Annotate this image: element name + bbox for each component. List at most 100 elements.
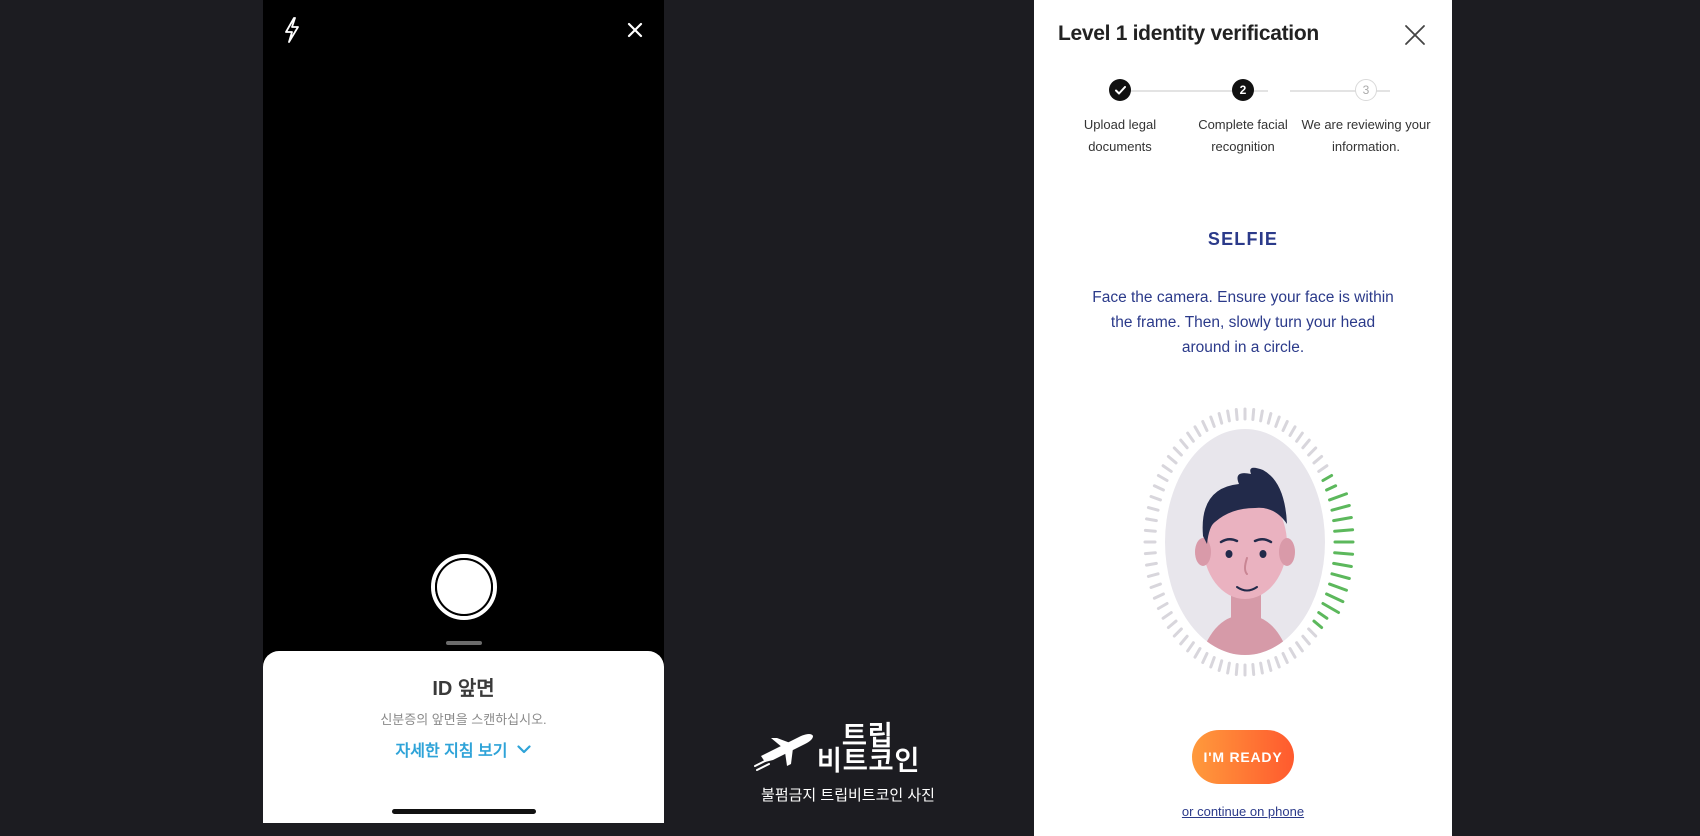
step-2-label: Complete facial recognition bbox=[1198, 117, 1288, 154]
watermark-logo: 트립 비트코인 bbox=[753, 723, 943, 776]
sheet-drag-handle[interactable] bbox=[446, 641, 482, 645]
ready-button[interactable]: I'M READY bbox=[1192, 730, 1294, 784]
face-scan-illustration bbox=[1143, 407, 1355, 677]
progress-tick bbox=[1259, 661, 1264, 675]
progress-tick bbox=[1295, 641, 1304, 653]
progress-tick-complete bbox=[1330, 572, 1351, 580]
progress-tick bbox=[1166, 619, 1178, 629]
progress-tick bbox=[1301, 634, 1311, 646]
watermark-caption: 불펌금지 트립비트코인 사진 bbox=[761, 787, 935, 804]
step-1-indicator bbox=[1109, 79, 1131, 101]
progress-tick bbox=[1259, 409, 1264, 423]
close-camera-button[interactable] bbox=[618, 13, 652, 47]
progress-tick bbox=[1274, 656, 1281, 669]
progress-tick bbox=[1209, 415, 1216, 428]
progress-tick bbox=[1217, 659, 1224, 672]
progress-tick bbox=[1234, 663, 1239, 676]
progress-tick bbox=[1186, 431, 1195, 443]
progress-tick-complete bbox=[1321, 602, 1341, 614]
progress-tick bbox=[1172, 627, 1183, 638]
progress-tick bbox=[1193, 425, 1202, 437]
progress-tick-complete bbox=[1330, 504, 1351, 512]
progress-tick bbox=[1156, 602, 1169, 610]
progress-tick bbox=[1295, 431, 1304, 443]
shutter-button[interactable] bbox=[431, 554, 497, 620]
flash-button[interactable] bbox=[275, 13, 309, 47]
progress-tick bbox=[1266, 412, 1273, 425]
face-illustration bbox=[1135, 404, 1355, 680]
progress-tick bbox=[1217, 412, 1224, 425]
progress-tick bbox=[1288, 425, 1297, 437]
progress-tick bbox=[1226, 409, 1231, 423]
progress-tick-complete bbox=[1333, 551, 1355, 556]
step-1-label: Upload legal documents bbox=[1083, 117, 1157, 154]
progress-tick bbox=[1317, 464, 1329, 473]
progress-tick bbox=[1201, 651, 1209, 665]
progress-tick-complete bbox=[1312, 619, 1324, 629]
progress-tick-complete bbox=[1328, 492, 1348, 502]
progress-tick bbox=[1307, 627, 1318, 638]
watermark: 트립 비트코인 불펌금지 트립비트코인 사진 bbox=[753, 723, 943, 805]
sheet-subtitle: 신분증의 앞면을 스캔하십시오. bbox=[380, 712, 547, 727]
camera-screen: ID 앞면 신분증의 앞면을 스캔하십시오. 자세한 지침 보기 bbox=[263, 0, 664, 823]
progress-tick-complete bbox=[1321, 474, 1334, 482]
progress-tick bbox=[1149, 582, 1162, 589]
progress-tick bbox=[1166, 455, 1178, 465]
lightning-bolt-icon bbox=[285, 17, 299, 43]
progress-tick bbox=[1266, 659, 1273, 672]
watermark-line2: 비트코인 bbox=[817, 746, 921, 776]
verification-panel: Level 1 identity verification 2 3 Upload… bbox=[1034, 0, 1452, 836]
progress-tick-complete bbox=[1325, 484, 1338, 492]
section-heading: SELFIE bbox=[1207, 229, 1279, 249]
step-3-indicator: 3 bbox=[1355, 79, 1377, 101]
progress-tick bbox=[1161, 464, 1173, 473]
progress-tick bbox=[1145, 561, 1158, 567]
progress-tick bbox=[1152, 592, 1165, 600]
progress-tick bbox=[1234, 408, 1239, 421]
progress-tick-complete bbox=[1328, 582, 1348, 592]
airplane-icon bbox=[754, 734, 813, 771]
progress-tick bbox=[1145, 517, 1158, 523]
progress-tick bbox=[1288, 647, 1297, 659]
close-icon bbox=[627, 22, 643, 38]
progress-tick-complete bbox=[1325, 592, 1345, 604]
progress-tick bbox=[1172, 446, 1183, 457]
progress-tick bbox=[1149, 495, 1162, 502]
progress-stepper: 2 3 Upload legal documents Complete faci… bbox=[1034, 79, 1452, 169]
progress-tick bbox=[1179, 634, 1189, 646]
continue-on-phone-link[interactable]: or continue on phone bbox=[1034, 804, 1452, 819]
watermark-text: 트립 비트코인 bbox=[817, 723, 921, 776]
progress-tick bbox=[1156, 474, 1169, 482]
close-panel-button[interactable] bbox=[1400, 20, 1430, 50]
page-title: Level 1 identity verification bbox=[1058, 22, 1319, 45]
guide-link-label: 자세한 지침 보기 bbox=[395, 743, 508, 760]
progress-tick bbox=[1146, 506, 1160, 512]
progress-tick bbox=[1152, 484, 1165, 492]
progress-tick bbox=[1193, 647, 1202, 659]
detailed-guide-link[interactable]: 자세한 지침 보기 bbox=[396, 737, 532, 761]
instruction-sheet: ID 앞면 신분증의 앞면을 스캔하십시오. 자세한 지침 보기 bbox=[263, 651, 664, 823]
avatar bbox=[1195, 467, 1295, 655]
progress-tick-complete bbox=[1333, 528, 1355, 533]
progress-tick bbox=[1281, 419, 1289, 433]
progress-tick bbox=[1274, 415, 1281, 428]
progress-tick bbox=[1307, 446, 1318, 457]
progress-tick bbox=[1226, 661, 1231, 675]
step-2-indicator: 2 bbox=[1232, 79, 1254, 101]
home-indicator bbox=[392, 809, 536, 814]
progress-tick bbox=[1179, 438, 1189, 450]
chevron-down-icon bbox=[517, 744, 532, 753]
progress-tick bbox=[1161, 611, 1173, 620]
progress-tick-complete bbox=[1317, 611, 1329, 620]
progress-tick bbox=[1251, 663, 1256, 676]
progress-tick bbox=[1209, 656, 1216, 669]
checkmark-icon bbox=[1114, 85, 1126, 94]
progress-tick bbox=[1186, 641, 1195, 653]
progress-tick bbox=[1143, 551, 1157, 556]
close-icon bbox=[1405, 25, 1425, 45]
sheet-title: ID 앞면 bbox=[432, 678, 495, 700]
progress-tick bbox=[1301, 438, 1311, 450]
selfie-instructions: Face the camera. Ensure your face is wit… bbox=[1092, 289, 1394, 356]
progress-tick bbox=[1143, 528, 1157, 533]
progress-tick bbox=[1251, 408, 1256, 421]
